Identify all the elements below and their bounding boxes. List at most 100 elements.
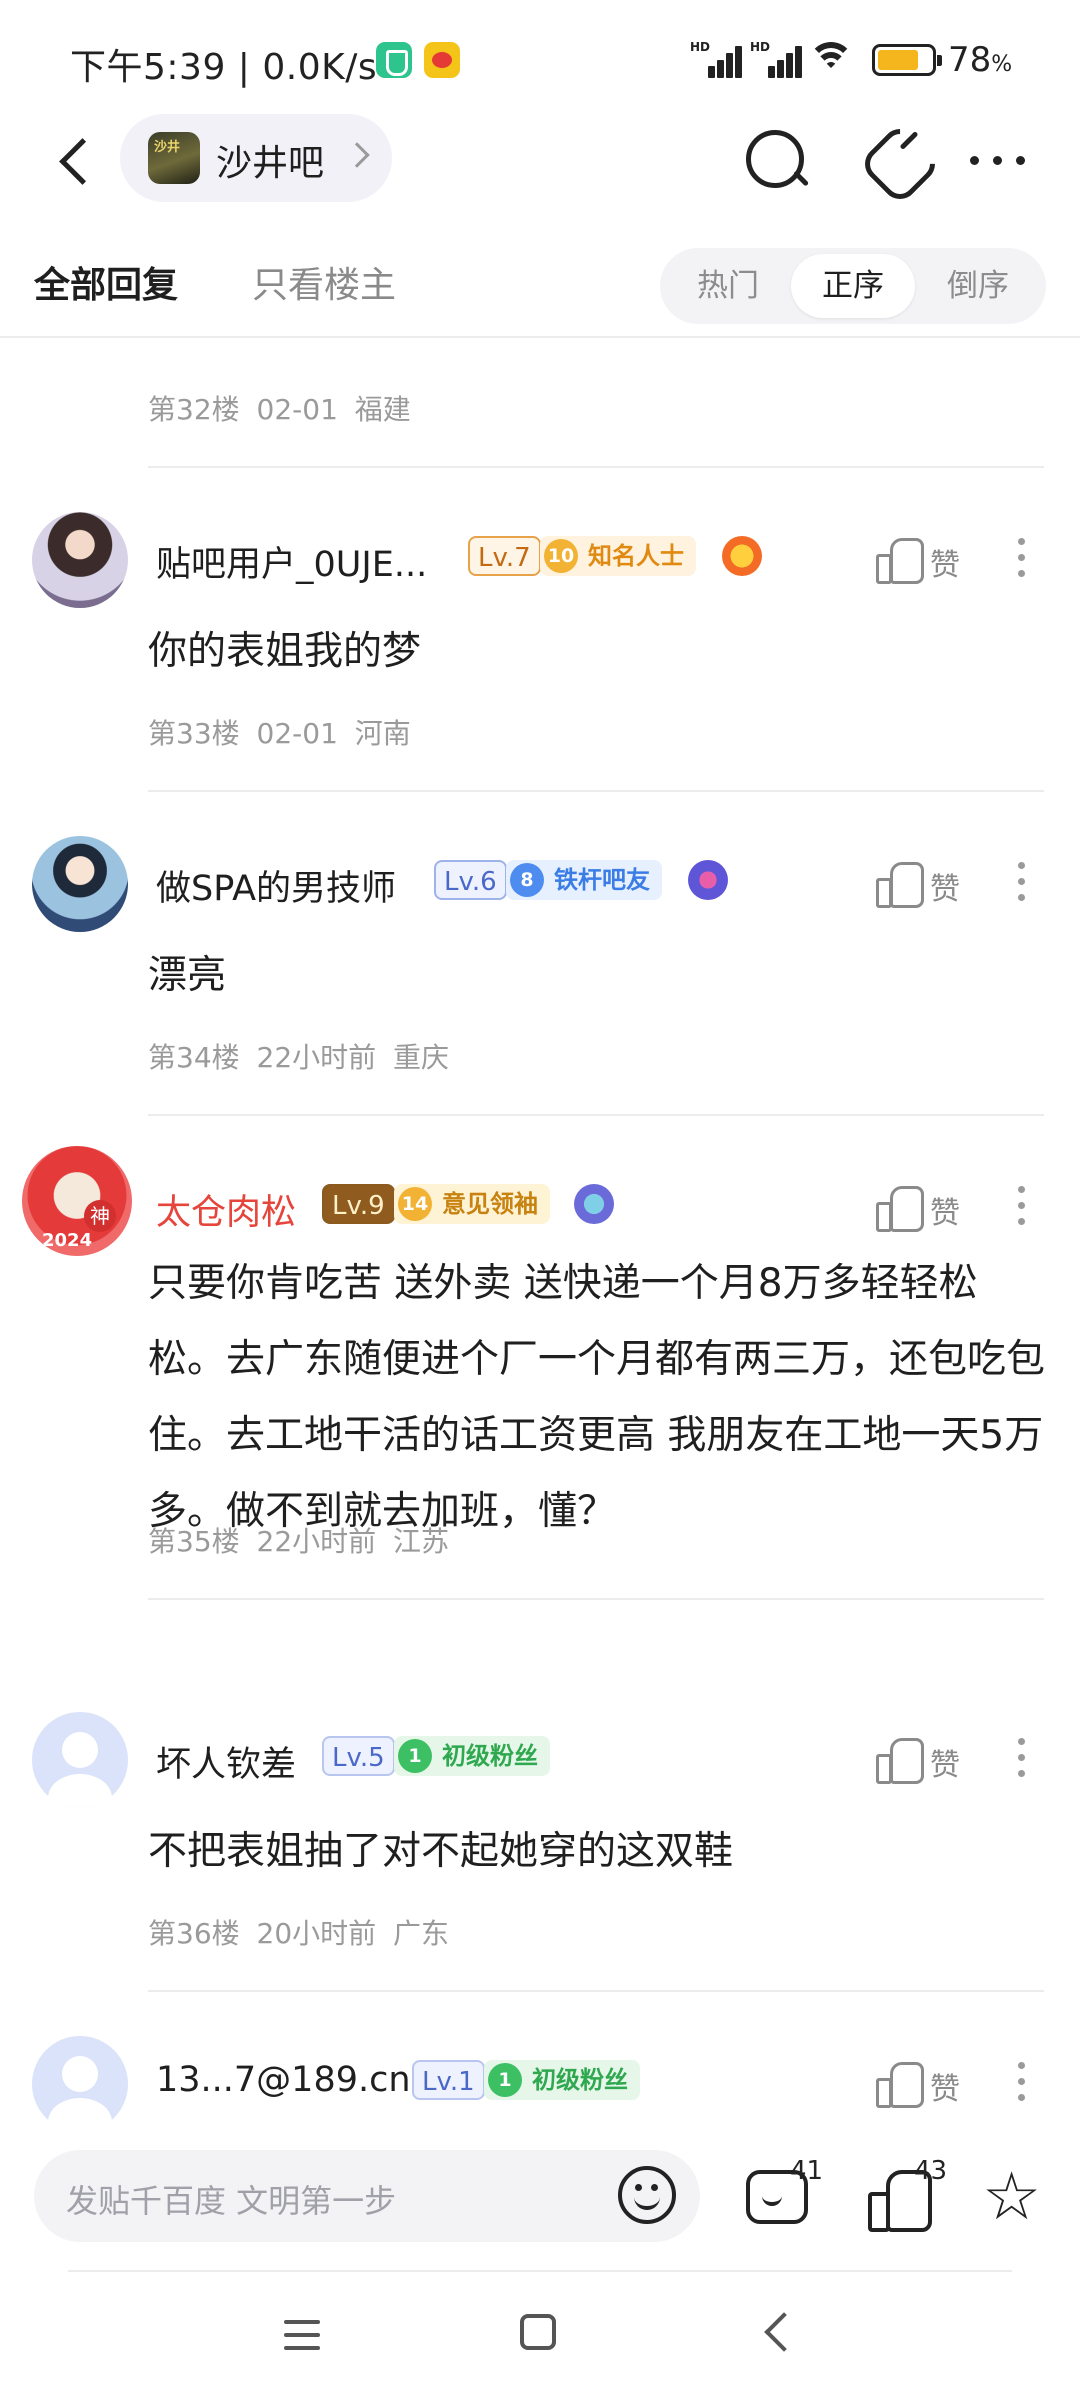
planet-badge-icon — [688, 860, 728, 900]
status-bar: 下午5:39 | 0.0K/s HD HD 78% — [0, 0, 1080, 118]
comment-count: 41 — [790, 2156, 824, 2186]
forum-avatar — [148, 132, 200, 184]
like-label[interactable]: 赞 — [930, 2064, 960, 2108]
sort-ascending[interactable]: 正序 — [791, 254, 915, 318]
username[interactable]: 坏人钦差 — [156, 1736, 296, 1787]
like-icon[interactable] — [876, 860, 924, 908]
badge-text: 初级粉丝 — [442, 1742, 538, 1770]
level-badge: Lv.7 — [468, 536, 541, 576]
signal-icon: HD — [750, 40, 802, 78]
post-meta: 第36楼 20小时前 广东 — [148, 1917, 450, 1950]
username[interactable]: 13...7@189.cn — [156, 2060, 411, 2100]
level-badge: Lv.1 — [412, 2060, 485, 2100]
divider — [68, 2270, 1012, 2272]
input-placeholder: 发贴千百度 文明第一步 — [66, 2182, 397, 2220]
badge-text: 意见领袖 — [442, 1190, 538, 1218]
signal-hd-label: HD — [690, 40, 711, 54]
reply-feed[interactable]: 第32楼 02-01 福建 贴吧用户_0UJE... Lv.7 10 知名人士 赞… — [0, 338, 1080, 2120]
title-badge: 1 初级粉丝 — [394, 1736, 550, 1776]
more-icon[interactable] — [1016, 2060, 1026, 2104]
forum-name: 沙井吧 — [216, 143, 325, 184]
share-icon[interactable] — [864, 124, 936, 196]
more-icon[interactable] — [960, 130, 1036, 190]
back-icon[interactable] — [764, 2312, 804, 2352]
tab-only-op[interactable]: 只看楼主 — [252, 256, 396, 308]
divider — [148, 1598, 1044, 1600]
badge-text: 初级粉丝 — [532, 2066, 628, 2094]
divider — [148, 1990, 1044, 1992]
title-badge: 10 知名人士 — [540, 536, 696, 576]
like-label[interactable]: 赞 — [930, 1188, 960, 1232]
more-icon[interactable] — [1016, 1184, 1026, 1228]
back-icon[interactable] — [44, 130, 104, 190]
like-icon[interactable] — [876, 1184, 924, 1232]
battery-unit: % — [991, 52, 1013, 77]
forum-chip[interactable]: 沙井吧 — [120, 114, 392, 202]
post-meta: 第32楼 02-01 福建 — [148, 393, 411, 426]
signal-icon: HD — [690, 40, 742, 78]
battery-icon — [872, 44, 942, 76]
reply-content: 你的表姐我的梦 — [148, 629, 422, 674]
weibo-app-icon — [424, 42, 460, 78]
emoji-icon[interactable] — [618, 2166, 676, 2224]
tab-all-replies[interactable]: 全部回复 — [34, 256, 178, 308]
like-label[interactable]: 赞 — [930, 1740, 960, 1784]
home-icon[interactable] — [520, 2314, 556, 2350]
post-meta: 第33楼 02-01 河南 — [148, 717, 411, 750]
more-icon[interactable] — [1016, 860, 1026, 904]
like-count: 43 — [914, 2156, 948, 2186]
level-badge: Lv.6 — [434, 860, 507, 900]
divider — [0, 336, 1080, 338]
battery-percent: 78% — [948, 40, 1012, 80]
like-label[interactable]: 赞 — [930, 864, 960, 908]
divider — [148, 790, 1044, 792]
more-icon[interactable] — [1016, 536, 1026, 580]
avatar[interactable]: 神 2024 — [22, 1146, 132, 1256]
divider — [148, 466, 1044, 468]
level-badge: Lv.9 — [322, 1184, 395, 1224]
badge-number: 8 — [510, 863, 544, 897]
badge-number: 14 — [398, 1187, 432, 1221]
status-time-speed: 下午5:39 | 0.0K/s — [70, 47, 378, 88]
title-badge: 8 铁杆吧友 — [506, 860, 662, 900]
battery-value: 78 — [948, 40, 992, 80]
chevron-right-icon — [344, 142, 370, 168]
signal-hd-label: HD — [750, 40, 771, 54]
post-meta: 第35楼 22小时前 江苏 — [148, 1525, 450, 1558]
mascot-badge-icon — [574, 1184, 614, 1224]
username[interactable]: 太仓肉松 — [156, 1184, 296, 1235]
reply-tab-bar: 全部回复 只看楼主 热门 正序 倒序 — [0, 236, 1080, 336]
security-app-icon — [376, 42, 412, 78]
more-icon[interactable] — [1016, 1736, 1026, 1780]
avatar[interactable] — [32, 2036, 128, 2120]
avatar[interactable] — [32, 512, 128, 608]
sort-switch: 热门 正序 倒序 — [660, 248, 1046, 324]
system-nav-bar — [0, 2270, 1080, 2400]
avatar-frame-badge: 神 — [84, 1200, 116, 1232]
reply-input[interactable]: 发贴千百度 文明第一步 — [34, 2150, 700, 2242]
username[interactable]: 做SPA的男技师 — [156, 860, 396, 911]
like-icon[interactable] — [876, 1736, 924, 1784]
badge-number: 1 — [488, 2063, 522, 2097]
avatar[interactable] — [32, 1712, 128, 1808]
like-icon[interactable] — [876, 2060, 924, 2108]
badge-text: 知名人士 — [588, 542, 684, 570]
post-meta: 第34楼 22小时前 重庆 — [148, 1041, 450, 1074]
like-icon[interactable] — [876, 536, 924, 584]
like-label[interactable]: 赞 — [930, 540, 960, 584]
badge-number: 10 — [544, 539, 578, 573]
reply-content: 漂亮 — [148, 953, 227, 998]
divider — [148, 1114, 1044, 1116]
title-badge: 14 意见领袖 — [394, 1184, 550, 1224]
username[interactable]: 贴吧用户_0UJE... — [156, 536, 427, 587]
sort-descending[interactable]: 倒序 — [916, 254, 1040, 318]
avatar[interactable] — [32, 836, 128, 932]
search-icon[interactable] — [740, 124, 812, 196]
game-badge-icon — [722, 536, 762, 576]
star-icon[interactable]: ☆ — [982, 2164, 1044, 2230]
badge-number: 1 — [398, 1739, 432, 1773]
level-badge: Lv.5 — [322, 1736, 395, 1776]
menu-icon[interactable] — [284, 2320, 320, 2350]
badge-text: 铁杆吧友 — [554, 866, 650, 894]
sort-hot[interactable]: 热门 — [666, 254, 790, 318]
